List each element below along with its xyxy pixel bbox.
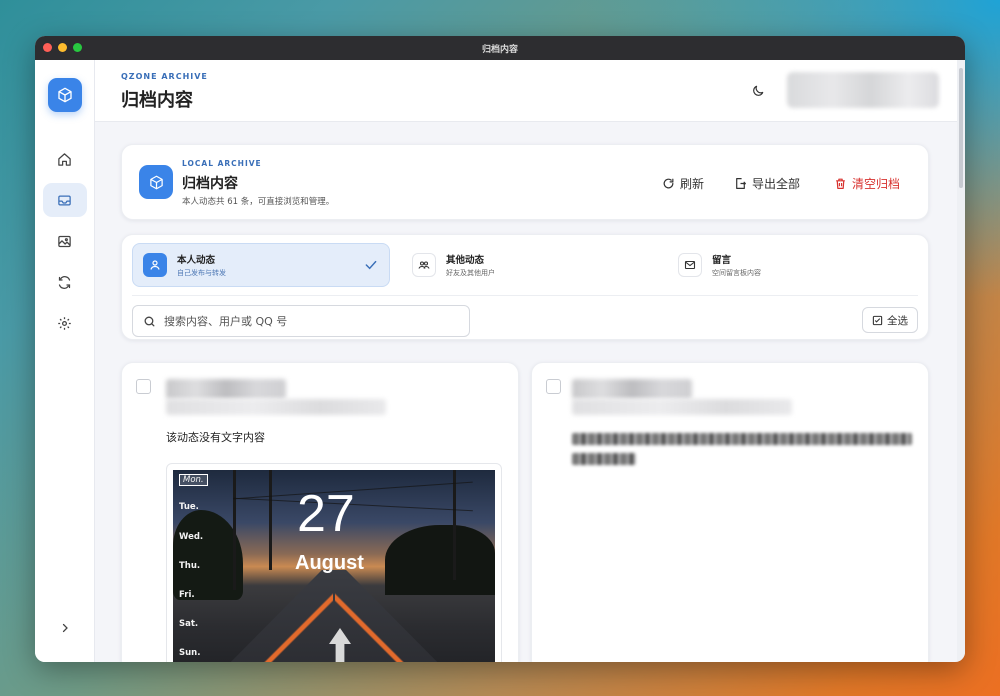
search-placeholder: 搜索内容、用户或 QQ 号 (164, 315, 288, 328)
tab-description: 好友及其他用户 (446, 269, 495, 277)
calendar-photo: Mon. Tue. Wed. Thu. Fri. Sat. Sun. 27 Au… (173, 470, 495, 662)
tab-icon-box (412, 253, 436, 277)
tab-messages[interactable]: 留言 空间留言板内容 (668, 243, 908, 287)
tab-description: 空间留言板内容 (712, 269, 761, 277)
calendar-day: Fri. (179, 590, 195, 600)
search-icon (144, 316, 155, 326)
post-card (531, 362, 929, 662)
calendar-day: Mon. (179, 474, 208, 486)
post-card: 该动态没有文字内容 Mon. Tue. Wed. Thu. Fri. Sat. … (121, 362, 519, 662)
post-checkbox[interactable] (136, 379, 151, 394)
sidebar-item-albums[interactable] (43, 224, 87, 258)
post-text: 该动态没有文字内容 (166, 431, 265, 444)
export-label: 导出全部 (752, 177, 801, 191)
calendar-day: Thu. (179, 561, 201, 571)
mail-icon (684, 260, 696, 270)
header-eyebrow: QZONE ARCHIVE (121, 72, 208, 81)
tab-icon-box (678, 253, 702, 277)
select-all-label: 全选 (887, 314, 908, 327)
app-logo[interactable] (47, 78, 82, 112)
maximize-window-button[interactable] (73, 43, 82, 52)
calendar-month: August (295, 552, 364, 574)
calendar-day: Sun. (179, 648, 201, 658)
sidebar (35, 60, 95, 662)
author-name-redacted (572, 379, 692, 399)
home-icon (58, 152, 71, 166)
tab-description: 自己发布与转发 (177, 269, 226, 277)
archive-summary-card: LOCAL ARCHIVE 归档内容 本人动态共 61 条，可直接浏览和管理。 … (121, 144, 929, 220)
calendar-day: Tue. (179, 502, 199, 512)
clear-archive-button[interactable]: 清空归档 (834, 175, 900, 192)
gear-icon (58, 316, 71, 330)
app-window: 归档内容 QZONE ARCHIVE 归档内容 LOCAL ARCHIVE 归档… (35, 36, 965, 662)
post-image[interactable]: Mon. Tue. Wed. Thu. Fri. Sat. Sun. 27 Au… (166, 463, 502, 662)
trash-icon (836, 178, 845, 189)
filter-card: 本人动态 自己发布与转发 其他动态 好友及其他用户 留言 空间留言板内容 搜索内… (121, 234, 929, 340)
post-text-redacted (572, 433, 912, 445)
window-title: 归档内容 (481, 44, 518, 55)
refresh-icon (663, 178, 674, 189)
archive-eyebrow: LOCAL ARCHIVE (182, 159, 262, 168)
sidebar-item-sync[interactable] (43, 265, 87, 299)
tab-label: 本人动态 (177, 255, 216, 266)
export-icon (736, 178, 746, 189)
inbox-icon (58, 195, 71, 205)
minimize-window-button[interactable] (58, 43, 67, 52)
post-text-redacted (572, 453, 636, 465)
select-all-button[interactable]: 全选 (862, 307, 918, 333)
tab-label: 其他动态 (446, 255, 485, 266)
user-icon (150, 260, 160, 270)
sidebar-item-home[interactable] (43, 142, 87, 176)
refresh-button[interactable]: 刷新 (662, 175, 704, 192)
archive-subtitle: 本人动态共 61 条，可直接浏览和管理。 (182, 197, 335, 207)
cube-icon (149, 175, 163, 189)
cube-icon (57, 87, 72, 103)
chevron-right-icon (62, 623, 68, 633)
refresh-icon (58, 275, 71, 289)
page-header: QZONE ARCHIVE 归档内容 (95, 60, 965, 122)
checkmark-icon (365, 260, 377, 270)
search-input[interactable]: 搜索内容、用户或 QQ 号 (132, 305, 470, 337)
export-all-button[interactable]: 导出全部 (734, 175, 800, 192)
scrollbar[interactable] (957, 60, 965, 662)
tab-own-posts[interactable]: 本人动态 自己发布与转发 (132, 243, 390, 287)
user-profile-redacted[interactable] (787, 72, 939, 108)
sidebar-item-archive[interactable] (42, 183, 87, 217)
calendar-day: Sat. (179, 619, 199, 629)
post-checkbox[interactable] (546, 379, 561, 394)
tab-label: 留言 (712, 255, 732, 266)
moon-icon (753, 85, 764, 96)
main-area: QZONE ARCHIVE 归档内容 LOCAL ARCHIVE 归档内容 本人… (95, 60, 965, 662)
calendar-date: 27 (297, 485, 355, 543)
author-name-redacted (166, 379, 286, 399)
clear-label: 清空归档 (852, 177, 901, 191)
archive-title: 归档内容 (182, 176, 238, 192)
users-icon (418, 261, 430, 269)
sidebar-item-settings[interactable] (43, 306, 87, 340)
page-title: 归档内容 (121, 90, 193, 111)
tab-other-posts[interactable]: 其他动态 好友及其他用户 (402, 243, 642, 287)
archive-badge (139, 165, 173, 199)
divider (132, 295, 918, 296)
close-window-button[interactable] (43, 43, 52, 52)
window-controls (43, 43, 82, 52)
checkbox-checked-icon (872, 315, 883, 325)
refresh-label: 刷新 (680, 177, 705, 191)
theme-toggle-button[interactable] (747, 80, 769, 102)
title-bar: 归档内容 (35, 36, 965, 60)
collapse-sidebar-button[interactable] (53, 616, 77, 640)
tab-icon-box (143, 253, 167, 277)
post-meta-redacted (166, 399, 386, 415)
photo-icon (58, 235, 71, 247)
calendar-day: Wed. (179, 532, 204, 542)
post-meta-redacted (572, 399, 792, 415)
scrollbar-thumb[interactable] (959, 68, 963, 188)
